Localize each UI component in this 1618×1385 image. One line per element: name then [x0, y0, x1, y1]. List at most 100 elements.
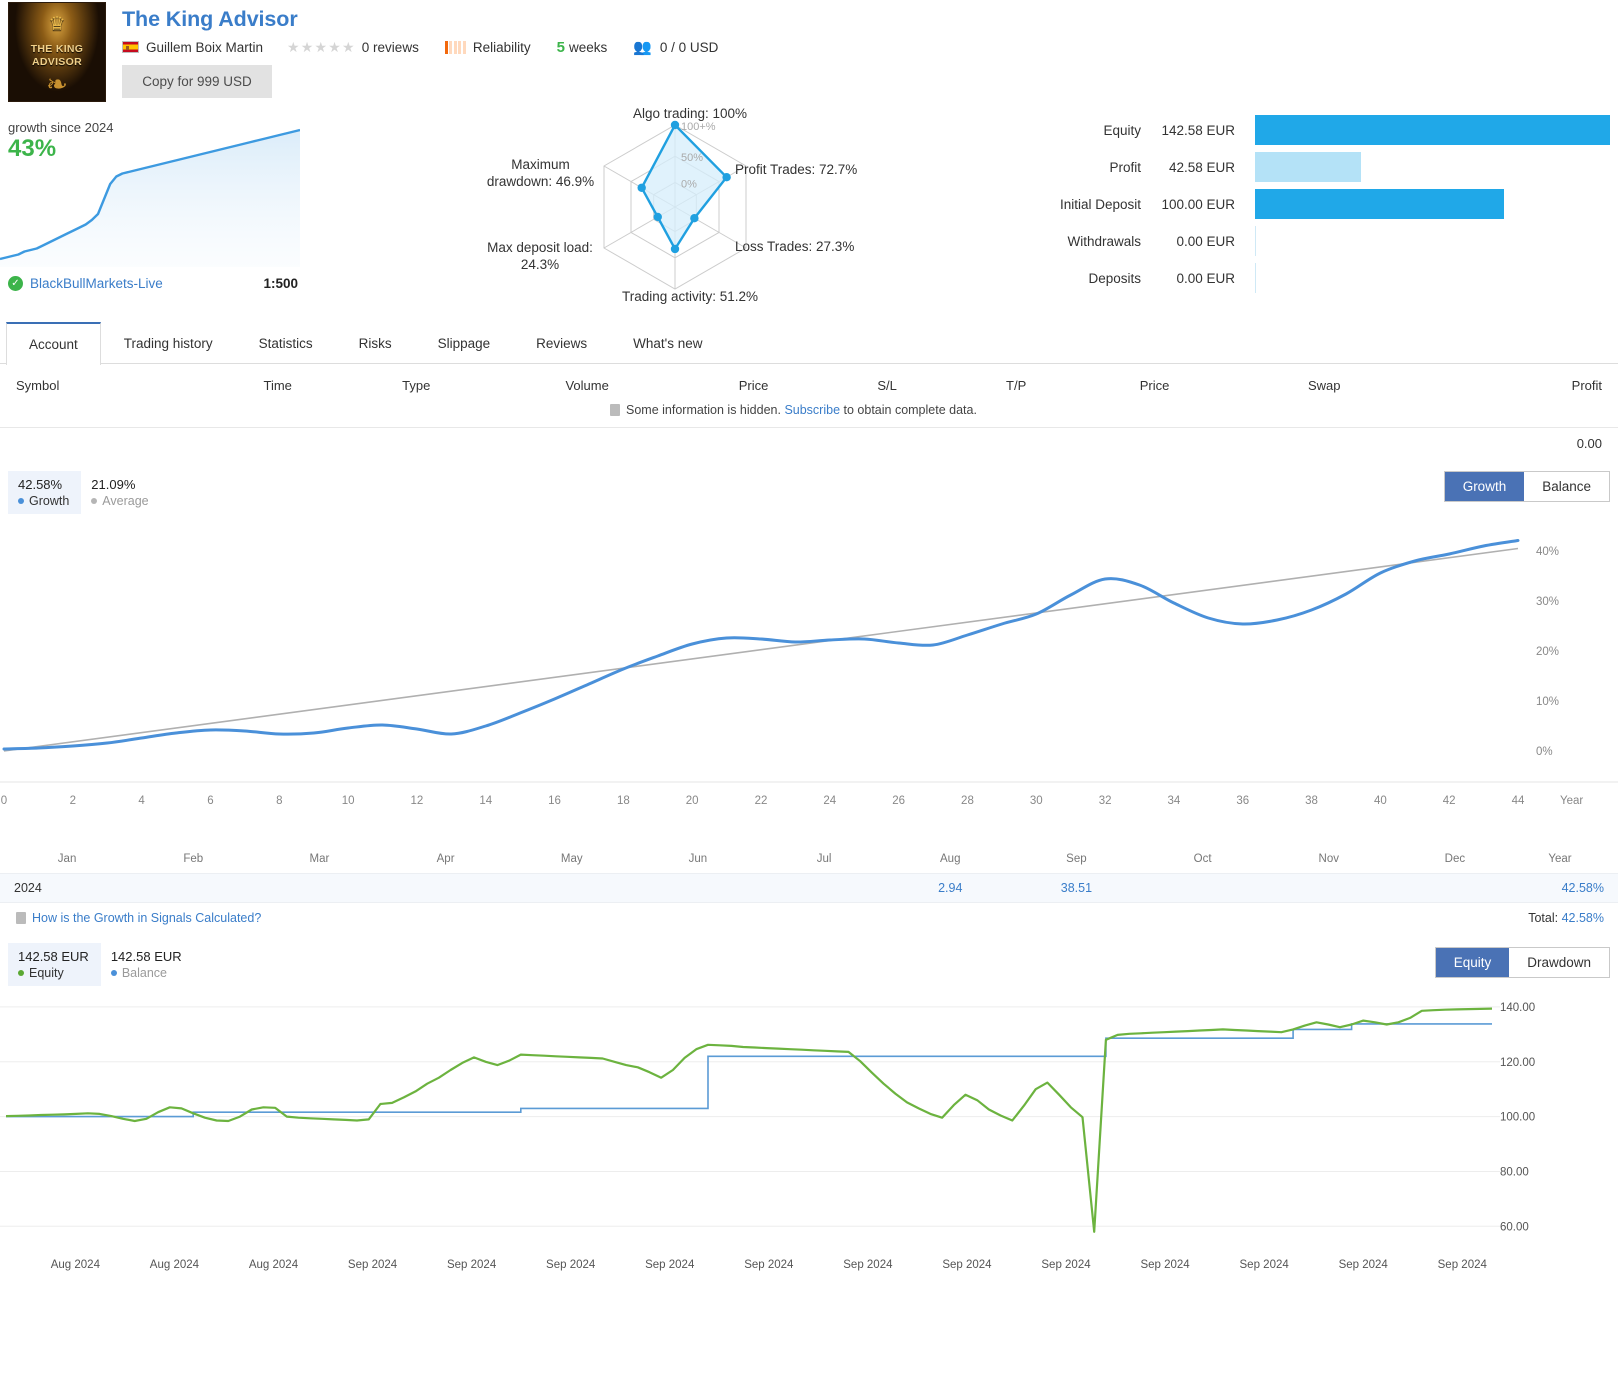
equity-x-label: Sep 2024 — [1338, 1259, 1388, 1271]
balance-row: Profit 42.58 EUR — [1000, 149, 1610, 186]
svg-text:26: 26 — [892, 795, 905, 807]
tab-reviews[interactable]: Reviews — [513, 322, 610, 364]
radar-label-profit-trades: Profit Trades: 72.7% — [735, 162, 858, 177]
rating-stars-icon: ★★★★★ — [287, 38, 356, 55]
growth-legend-item[interactable]: 42.58% Growth — [8, 471, 82, 514]
logo-text: THE KING ADVISOR — [9, 43, 105, 69]
reviews-count[interactable]: 0 reviews — [362, 40, 419, 55]
table-column-header: T/P — [1006, 378, 1027, 393]
logo-line-1: THE KING — [30, 43, 84, 55]
growth-calculation-link[interactable]: How is the Growth in Signals Calculated? — [16, 911, 261, 925]
radar-chart: 100+% 50% 0% — [603, 120, 747, 290]
svg-text:42: 42 — [1443, 795, 1456, 807]
svg-text:50%: 50% — [681, 152, 703, 164]
equity-x-label: Sep 2024 — [546, 1259, 596, 1271]
balance-row-bar — [1255, 149, 1610, 186]
growth-month-label: Oct — [1193, 853, 1212, 865]
equity-toggle-drawdown[interactable]: Drawdown — [1509, 948, 1609, 977]
broker-name[interactable]: BlackBullMarkets-Live — [30, 276, 263, 291]
growth-legend-value: 42.58% — [18, 477, 63, 492]
svg-text:22: 22 — [755, 795, 768, 807]
tab-what-s-new[interactable]: What's new — [610, 322, 725, 364]
equity-legend-value: 142.58 EUR — [110, 949, 182, 964]
balance-row-value: 0.00 EUR — [1176, 271, 1235, 286]
author-name[interactable]: Guillem Boix Martin — [146, 40, 263, 55]
table-column-header: Profit — [1571, 378, 1603, 393]
equity-x-label: Sep 2024 — [942, 1259, 992, 1271]
svg-text:0%: 0% — [1536, 746, 1553, 758]
growth-month-label: Feb — [183, 853, 204, 865]
svg-text:8: 8 — [276, 795, 282, 807]
equity-x-label: Aug 2024 — [248, 1259, 299, 1271]
balance-row: Withdrawals 0.00 EUR — [1000, 223, 1610, 260]
tab-label: Reviews — [536, 336, 588, 351]
legend-dot-icon — [91, 498, 98, 504]
growth-month-label: Nov — [1318, 853, 1339, 865]
page-title[interactable]: The King Advisor — [122, 7, 298, 32]
tab-statistics[interactable]: Statistics — [236, 322, 336, 364]
tab-account[interactable]: Account — [6, 322, 101, 365]
growth-balance-toggle[interactable]: Growth Balance — [1443, 471, 1610, 502]
year-aug-value[interactable]: 2.94 — [938, 881, 962, 895]
tab-trading-history[interactable]: Trading history — [101, 322, 236, 364]
equity-x-label: Aug 2024 — [50, 1259, 100, 1271]
svg-text:20: 20 — [686, 795, 699, 807]
equity-x-label: Sep 2024 — [744, 1259, 794, 1271]
equity-legend-value: 142.58 EUR — [18, 949, 89, 964]
growth-month-label: Aug — [940, 853, 961, 865]
growth-legend-name: Average — [91, 494, 149, 508]
equity-x-label: Sep 2024 — [1239, 1259, 1289, 1271]
balance-row-value: 42.58 EUR — [1168, 160, 1235, 175]
tabs-bar: Account Trading history Statistics Risks Sli… — [0, 322, 1618, 365]
growth-toggle-growth[interactable]: Growth — [1444, 472, 1525, 501]
tab-label: Slippage — [437, 336, 491, 351]
svg-text:28: 28 — [961, 795, 974, 807]
subscribe-link[interactable]: Subscribe — [784, 403, 840, 417]
balance-row-value: 142.58 EUR — [1161, 123, 1235, 138]
svg-text:80.00: 80.00 — [1500, 1166, 1529, 1178]
equity-x-label: Sep 2024 — [645, 1259, 695, 1271]
balance-row: Initial Deposit 100.00 EUR — [1000, 186, 1610, 223]
growth-calc-row: How is the Growth in Signals Calculated?… — [0, 903, 1618, 937]
legend-dot-icon — [18, 498, 24, 504]
growth-month-label: May — [560, 853, 583, 865]
balance-row-label: Withdrawals — [1067, 234, 1141, 249]
table-header-row: Symbol Time Type Volume Price S/L T/P Price Swap… — [0, 364, 1618, 399]
radar-label-maximum-drawdown: Maximum drawdown: 46.9% — [486, 157, 595, 189]
reliability-label: Reliability — [472, 39, 531, 55]
growth-chart-block: 42.58% Growth 21.09% Average Growth Balance … — [0, 463, 1618, 853]
svg-text:34: 34 — [1168, 795, 1181, 807]
hidden-note-prefix: Some information is hidden. — [626, 403, 781, 417]
equity-chart: 60.00 80.00 100.00 120.00 140.00 — [0, 1002, 1535, 1233]
table-column-header: Volume — [565, 378, 609, 393]
growth-legend-value: 21.09% — [91, 477, 136, 492]
table-column-header: Price — [738, 378, 769, 393]
growth-month-label: Sep — [1066, 853, 1087, 865]
growth-legend-item[interactable]: 21.09% Average — [81, 471, 160, 514]
broker-row: ✓ BlackBullMarkets-Live 1:500 — [8, 276, 298, 291]
copy-button[interactable]: Copy for 999 USD — [122, 65, 272, 98]
svg-text:6: 6 — [207, 795, 213, 807]
equity-drawdown-toggle[interactable]: Equity Drawdown — [1434, 947, 1610, 978]
svg-text:140.00: 140.00 — [1500, 1002, 1535, 1014]
balance-bars-block: Equity 142.58 EUR Profit 42.58 EUR Initial D… — [1000, 112, 1610, 297]
table-column-header: Price — [1139, 378, 1170, 393]
growth-toggle-balance[interactable]: Balance — [1524, 472, 1609, 501]
tab-slippage[interactable]: Slippage — [415, 322, 514, 364]
balance-row-bar — [1255, 223, 1610, 260]
balance-row: Deposits 0.00 EUR — [1000, 260, 1610, 297]
svg-text:4: 4 — [138, 795, 145, 807]
radar-label-algo-trading: Algo trading: 100% — [632, 106, 748, 121]
year-total-value[interactable]: 42.58% — [1562, 881, 1604, 895]
radar-label-trading-activity: Trading activity: 51.2% — [621, 289, 759, 304]
growth-chart: 0%10%20%30%40%0 2 4 6 8 10 12 14 16 18 20 22 24 26 28 3… — [0, 539, 1618, 807]
balance-row-bar — [1255, 112, 1610, 149]
weeks-label: weeks — [568, 39, 608, 55]
equity-toggle-equity[interactable]: Equity — [1435, 948, 1510, 977]
svg-text:12: 12 — [411, 795, 424, 807]
year-sep-value[interactable]: 38.51 — [1061, 881, 1092, 895]
growth-month-label: Jun — [688, 853, 708, 865]
table-column-header: Swap — [1307, 378, 1341, 393]
tab-risks[interactable]: Risks — [336, 322, 415, 364]
svg-text:44: 44 — [1512, 795, 1525, 807]
